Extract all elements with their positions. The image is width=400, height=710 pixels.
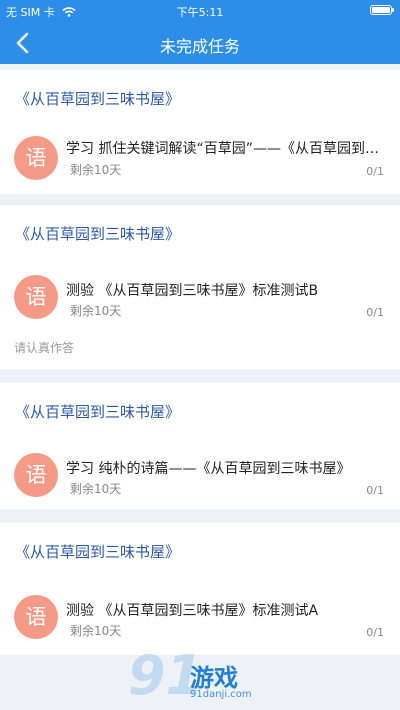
nav-bar: 未完成任务 bbox=[0, 22, 400, 64]
remaining-days: 剩余10天 bbox=[70, 304, 122, 318]
subject-avatar: 语 bbox=[14, 275, 58, 319]
status-time: 下午5:11 bbox=[176, 6, 224, 19]
watermark-site: 91danji.com bbox=[190, 689, 252, 700]
task-card: 《从百草园到三味书屋》 语 学习 抓住关键词解读“百草园”——《从百草园到三味书… bbox=[0, 70, 400, 194]
site-watermark: 91 游戏 91danji.com bbox=[128, 644, 278, 708]
remaining-days: 剩余10天 bbox=[70, 624, 122, 638]
task-card: 《从百草园到三味书屋》 语 测验 《从百草园到三味书屋》标准测试A 剩余10天 … bbox=[0, 523, 400, 655]
remaining-days: 剩余10天 bbox=[70, 482, 122, 496]
page-title: 未完成任务 bbox=[159, 37, 240, 56]
book-link[interactable]: 《从百草园到三味书屋》 bbox=[15, 88, 180, 109]
progress-count: 0/1 bbox=[366, 626, 384, 639]
task-title[interactable]: 学习 抓住关键词解读“百草园”——《从百草园到三味书屋》 bbox=[66, 138, 384, 158]
task-title[interactable]: 测验 《从百草园到三味书屋》标准测试B bbox=[66, 280, 384, 300]
task-card: 《从百草园到三味书屋》 语 学习 纯朴的诗篇——《从百草园到三味书屋》 剩余10… bbox=[0, 383, 400, 509]
book-link[interactable]: 《从百草园到三味书屋》 bbox=[15, 401, 180, 422]
subject-avatar: 语 bbox=[14, 453, 58, 497]
progress-count: 0/1 bbox=[366, 484, 384, 497]
battery-icon bbox=[370, 5, 394, 15]
progress-count: 0/1 bbox=[366, 306, 384, 319]
watermark-text: 游戏 bbox=[190, 664, 238, 692]
subject-avatar: 语 bbox=[14, 136, 58, 180]
task-title[interactable]: 学习 纯朴的诗篇——《从百草园到三味书屋》 bbox=[66, 458, 384, 478]
progress-count: 0/1 bbox=[366, 165, 384, 178]
task-card: 《从百草园到三味书屋》 语 测验 《从百草园到三味书屋》标准测试B 剩余10天 … bbox=[0, 205, 400, 369]
book-link[interactable]: 《从百草园到三味书屋》 bbox=[15, 541, 180, 562]
status-bar: 无 SIM 卡 下午5:11 bbox=[0, 0, 400, 22]
book-link[interactable]: 《从百草园到三味书屋》 bbox=[15, 223, 180, 244]
subject-avatar: 语 bbox=[14, 595, 58, 639]
app-header: 无 SIM 卡 下午5:11 未完成任务 bbox=[0, 0, 400, 64]
task-note: 请认真作答 bbox=[14, 341, 75, 355]
remaining-days: 剩余10天 bbox=[70, 163, 122, 177]
task-title[interactable]: 测验 《从百草园到三味书屋》标准测试A bbox=[66, 600, 384, 620]
